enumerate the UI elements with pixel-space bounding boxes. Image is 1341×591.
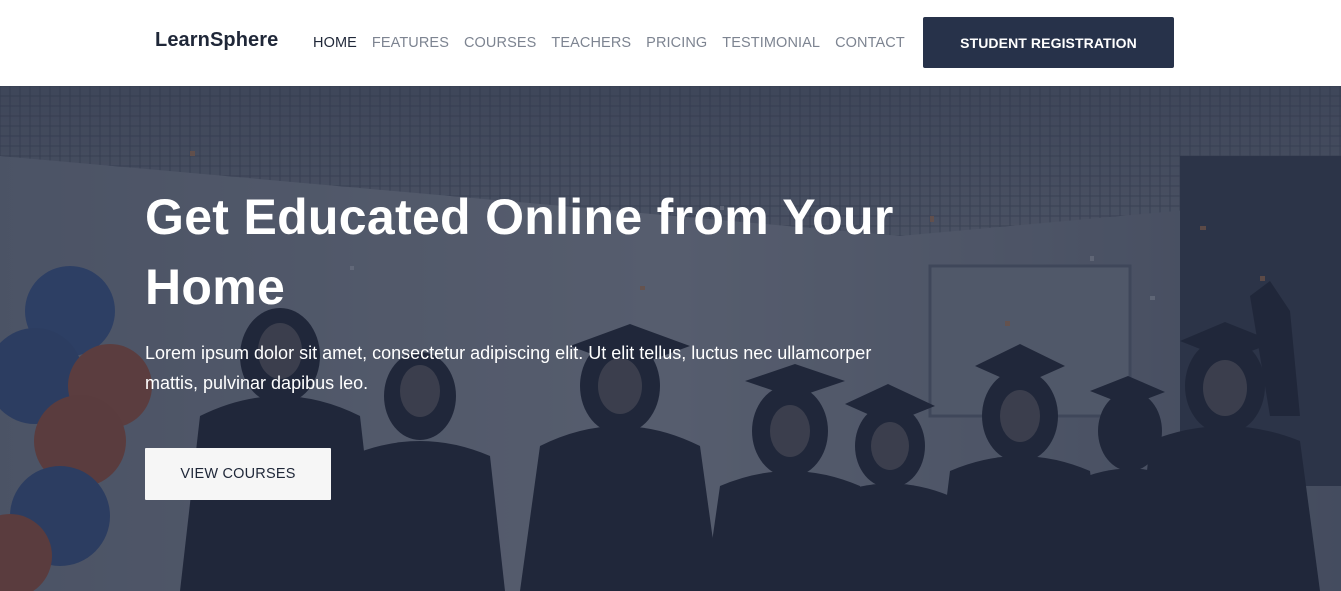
nav-item-features[interactable]: FEATURES [372,35,449,51]
hero-title: Get Educated Online from Your Home [145,189,894,315]
view-courses-button[interactable]: VIEW COURSES [145,448,331,500]
nav-item-courses[interactable]: COURSES [464,35,536,51]
student-registration-button[interactable]: STUDENT REGISTRATION [923,17,1174,68]
site-logo[interactable]: LearnSphere [155,29,278,52]
nav-item-pricing[interactable]: PRICING [646,35,707,51]
nav-item-contact[interactable]: CONTACT [835,35,905,51]
nav-item-home[interactable]: HOME [313,35,357,51]
main-nav: HOME FEATURES COURSES TEACHERS PRICING T… [313,33,905,53]
hero-section: Get Educated Online from Your Home Lorem… [0,86,1341,591]
site-header: LearnSphere HOME FEATURES COURSES TEACHE… [0,0,1341,86]
nav-item-testimonial[interactable]: TESTIMONIAL [722,35,820,51]
nav-item-teachers[interactable]: TEACHERS [551,35,631,51]
hero-description: Lorem ipsum dolor sit amet, consectetur … [145,343,872,393]
